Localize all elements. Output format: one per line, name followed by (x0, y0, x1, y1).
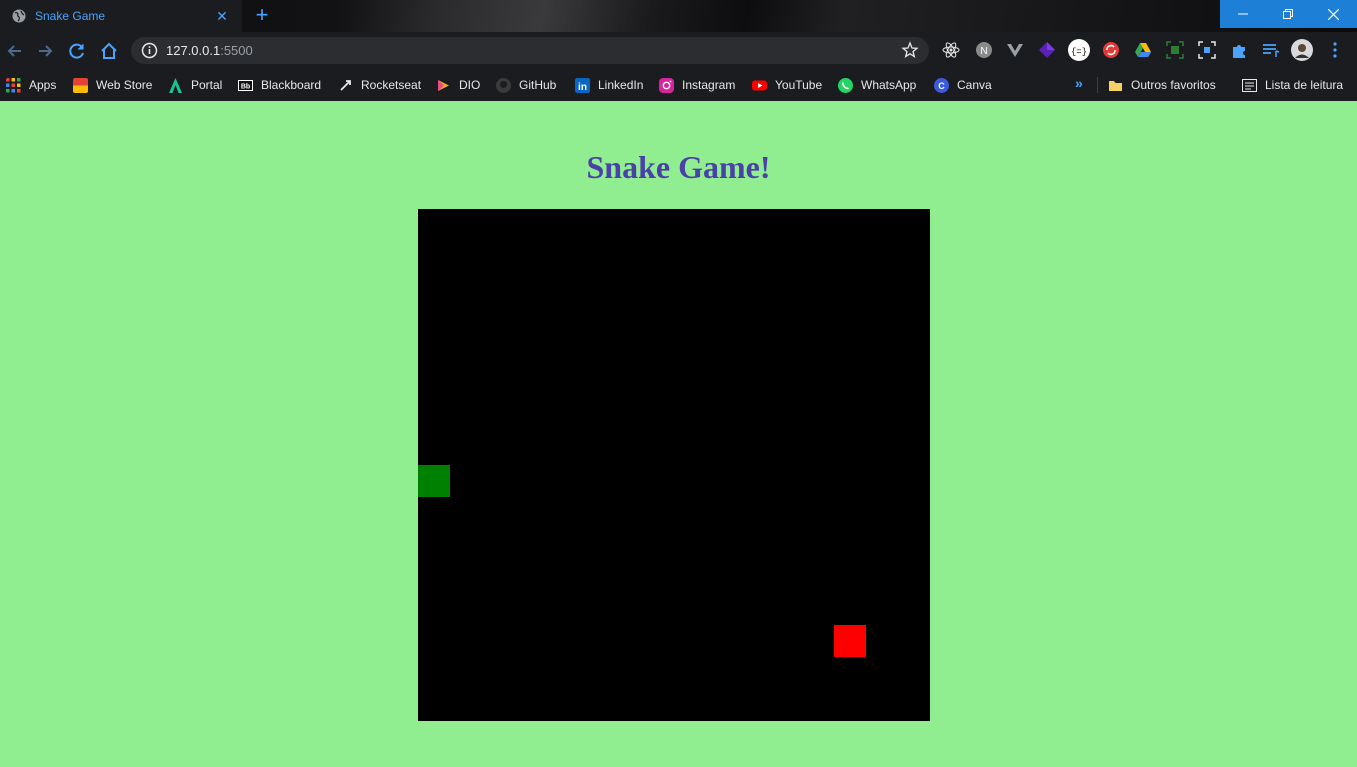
bookmark-label: Apps (29, 78, 57, 92)
bookmark-label: Web Store (96, 78, 153, 92)
extension-n-icon[interactable]: N (975, 41, 993, 59)
svg-text:C: C (938, 81, 945, 91)
canva-icon: C (934, 77, 949, 93)
bookmark-label: DIO (459, 78, 481, 92)
dio-icon (438, 79, 449, 91)
react-devtools-icon[interactable] (942, 41, 960, 59)
extension-sync-icon[interactable] (1102, 41, 1120, 59)
close-window-button[interactable] (1310, 0, 1357, 28)
bookmark-label: GitHub (519, 78, 557, 92)
bookmark-github[interactable]: GitHub (496, 75, 556, 95)
restore-icon (1282, 9, 1293, 19)
food (834, 625, 866, 657)
whatsapp-icon (838, 77, 853, 93)
snake-head (418, 465, 450, 497)
restore-button[interactable] (1265, 0, 1310, 28)
bookmark-rocketseat[interactable]: Rocketseat (338, 75, 421, 95)
media-queue-icon[interactable] (1262, 41, 1280, 59)
url-text: 127.0.0.1:5500 (166, 43, 253, 58)
bookmark-label: Portal (191, 78, 223, 92)
rocketseat-icon (340, 79, 351, 91)
back-icon[interactable] (4, 40, 26, 62)
vue-devtools-icon[interactable] (1006, 41, 1024, 59)
minimize-icon (1237, 13, 1248, 15)
minimize-button[interactable] (1220, 0, 1265, 28)
page-title: Snake Game! (586, 149, 771, 185)
other-bookmarks-folder[interactable]: Outros favoritos (1108, 75, 1216, 95)
youtube-icon (752, 80, 767, 90)
web-store-icon (73, 77, 88, 93)
extensions-puzzle-icon[interactable] (1230, 41, 1248, 59)
bookmark-star-icon[interactable] (901, 41, 919, 59)
bookmark-web-store[interactable]: Web Store (73, 75, 152, 95)
blackboard-icon: Bb (238, 79, 253, 91)
extension-cube-icon[interactable] (1038, 41, 1056, 59)
linkedin-icon: in (575, 77, 590, 93)
bookmark-label: YouTube (775, 78, 823, 92)
tab-snake-game[interactable]: Snake Game ✕ (0, 0, 242, 32)
browser-toolbar: 127.0.0.1:5500 N {=} (0, 32, 1357, 69)
tab-close-icon[interactable]: ✕ (214, 8, 230, 24)
screenshot-icon[interactable] (1166, 41, 1184, 59)
bookmark-portal[interactable]: Portal (168, 75, 222, 95)
info-icon[interactable] (141, 42, 158, 59)
forward-icon[interactable] (34, 40, 56, 62)
menu-kebab-icon[interactable] (1326, 41, 1344, 59)
json-viewer-icon[interactable]: {=} (1067, 39, 1091, 61)
folder-icon (1109, 80, 1122, 91)
svg-text:N: N (980, 46, 987, 57)
bookmark-youtube[interactable]: YouTube (752, 75, 822, 95)
svg-text:in: in (578, 82, 587, 93)
bookmarks-separator (1097, 77, 1098, 93)
screen-capture-icon[interactable] (1198, 41, 1216, 59)
bookmark-linkedin[interactable]: in LinkedIn (575, 75, 643, 95)
svg-text:{=}: {=} (1071, 47, 1087, 57)
address-bar[interactable]: 127.0.0.1:5500 (131, 37, 929, 64)
reading-list-button[interactable]: Lista de leitura (1242, 75, 1343, 95)
bookmark-label: WhatsApp (861, 78, 917, 92)
github-icon (496, 77, 511, 93)
instagram-icon (659, 77, 674, 93)
url-host: 127.0.0.1 (166, 43, 221, 58)
home-icon[interactable] (98, 40, 120, 62)
close-icon (1328, 8, 1339, 20)
browser-titlebar: Snake Game ✕ + (0, 0, 1357, 32)
bookmark-label: Canva (957, 78, 992, 92)
bookmarks-bar: Apps Web Store Portal Bb Blackboard Rock… (0, 69, 1357, 101)
new-tab-button[interactable]: + (250, 4, 274, 28)
svg-text:Bb: Bb (241, 83, 250, 90)
bookmark-dio[interactable]: DIO (436, 75, 480, 95)
game-board[interactable] (418, 209, 930, 721)
bookmark-label: LinkedIn (598, 78, 644, 92)
other-bookmarks-label: Outros favoritos (1131, 78, 1216, 92)
apps-grid-icon (6, 77, 21, 92)
bookmark-apps[interactable]: Apps (6, 75, 56, 95)
bookmark-whatsapp[interactable]: WhatsApp (838, 75, 916, 95)
bookmark-blackboard[interactable]: Bb Blackboard (238, 75, 321, 95)
bookmark-instagram[interactable]: Instagram (659, 75, 735, 95)
portal-icon (169, 77, 182, 93)
bookmark-label: Rocketseat (361, 78, 422, 92)
reading-list-icon (1242, 78, 1257, 92)
reload-icon[interactable] (66, 40, 88, 62)
tab-title: Snake Game (35, 9, 106, 23)
globe-icon (12, 9, 26, 23)
bookmark-label: Blackboard (261, 78, 322, 92)
bookmark-canva[interactable]: C Canva (934, 75, 992, 95)
google-drive-icon[interactable] (1134, 41, 1152, 59)
profile-avatar[interactable] (1291, 39, 1313, 61)
reading-list-label: Lista de leitura (1265, 78, 1344, 92)
url-port: :5500 (220, 43, 253, 58)
bookmark-label: Instagram (682, 78, 736, 92)
more-bookmarks-chevron-icon[interactable]: » (1075, 75, 1083, 91)
